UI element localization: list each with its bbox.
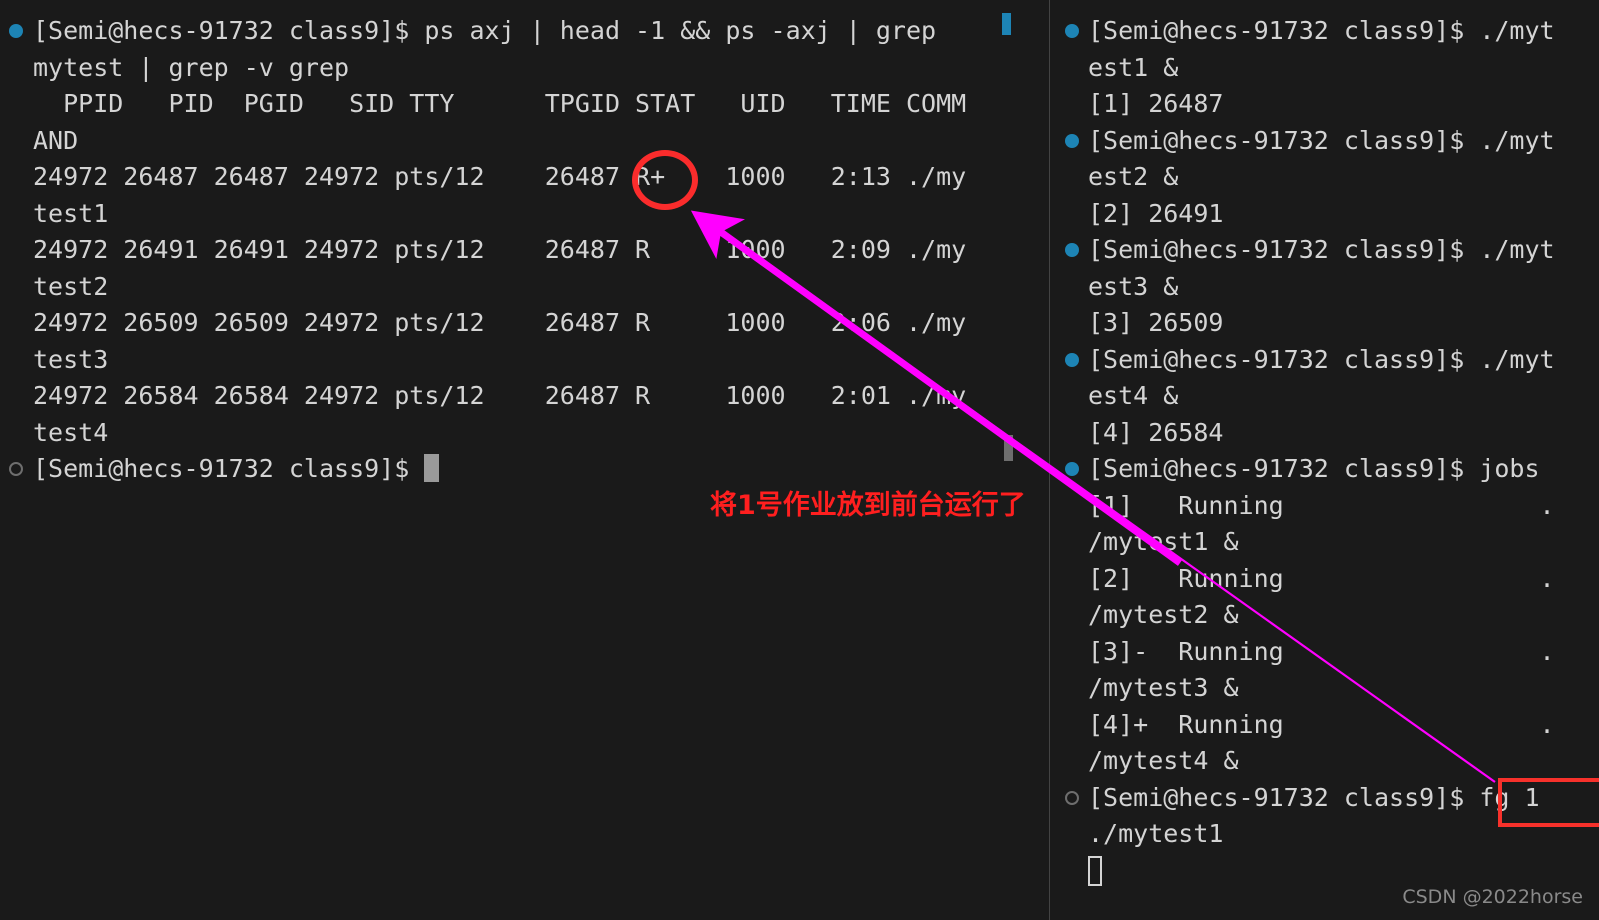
terminal-row: est1 & <box>1088 52 1179 82</box>
missing-glyph-box-icon <box>1088 855 1102 886</box>
terminal-line: [Semi@hecs-91732 class9]$ ./myt est4 & <box>1050 342 1599 415</box>
terminal-line: PPID PID PGID SID TTY TPGID STAT UID TIM… <box>0 86 1050 159</box>
terminal-row: 24972 26491 26491 24972 pts/12 26487 R 1… <box>33 235 967 264</box>
terminal-row <box>1050 853 1599 890</box>
terminal-row: [Semi@hecs-91732 class9]$ fg 1 <box>1088 782 1540 812</box>
right-terminal-lines: [Semi@hecs-91732 class9]$ ./myt est1 & [1]… <box>1050 13 1599 889</box>
terminal-row: /mytest2 & <box>1088 600 1239 629</box>
terminal-line: 24972 26487 26487 24972 pts/12 26487 R+ … <box>0 159 1050 232</box>
terminal-row: [1] 26487 <box>1088 89 1224 118</box>
terminal-row: test3 <box>33 344 109 374</box>
terminal-row: est2 & <box>1088 162 1179 191</box>
terminal-row: /mytest1 & <box>1088 527 1239 556</box>
terminal-line: [Semi@hecs-91732 class9]$ ps axj | head … <box>0 13 1050 86</box>
terminal-row: [3]- Running . <box>1088 636 1555 666</box>
terminal-row: est4 & <box>1088 381 1179 410</box>
terminal-line: [2] 26491 <box>1050 196 1599 233</box>
prompt-marker-active-icon <box>1065 243 1079 257</box>
terminal-line: 24972 26584 26584 24972 pts/12 26487 R 1… <box>0 378 1050 451</box>
terminal-row: [3] 26509 <box>1088 308 1224 337</box>
terminal-row: 24972 26584 26584 24972 pts/12 26487 R 1… <box>33 381 967 410</box>
terminal-line: [Semi@hecs-91732 class9]$ jobs <box>1050 451 1599 488</box>
terminal-line: [Semi@hecs-91732 class9]$ ./myt est1 & <box>1050 13 1599 86</box>
terminal-row: [1] Running . <box>1088 490 1555 520</box>
terminal-row: [Semi@hecs-91732 class9]$ ./myt <box>1088 344 1555 374</box>
prompt-marker-inactive-icon <box>1065 790 1079 805</box>
terminal-row: [4] 26584 <box>1088 417 1224 447</box>
terminal-line: [1] 26487 <box>1050 86 1599 123</box>
terminal-line: [Semi@hecs-91732 class9]$ ./myt est2 & <box>1050 123 1599 196</box>
terminal-row: PPID PID PGID SID TTY TPGID STAT UID TIM… <box>33 89 967 118</box>
terminal-row: [Semi@hecs-91732 class9]$ jobs <box>1088 454 1540 483</box>
scrollbar-tick-active[interactable] <box>1002 13 1011 35</box>
prompt-marker-active-icon <box>1065 24 1079 38</box>
prompt-marker-active-icon <box>1065 462 1079 476</box>
prompt-marker-active-icon <box>1065 133 1079 148</box>
terminal-row: test1 <box>33 198 109 228</box>
terminal-line: [1] Running . /mytest1 & <box>1050 488 1599 561</box>
jobs-terminal-pane[interactable]: [Semi@hecs-91732 class9]$ ./myt est1 & [1]… <box>1050 0 1599 920</box>
terminal-line: [Semi@hecs-91732 class9]$ fg 1 ./mytest1 <box>1050 780 1599 853</box>
terminal-line <box>1050 853 1599 890</box>
terminal-row: [4]+ Running . <box>1088 709 1555 739</box>
terminal-line: [4] 26584 <box>1050 415 1599 452</box>
terminal-row: /mytest4 & <box>1088 746 1239 775</box>
ps-output-terminal-pane[interactable]: [Semi@hecs-91732 class9]$ ps axj | head … <box>0 0 1050 920</box>
terminal-line: 24972 26509 26509 24972 pts/12 26487 R 1… <box>0 305 1050 378</box>
left-terminal-lines: [Semi@hecs-91732 class9]$ ps axj | head … <box>0 13 1050 488</box>
terminal-line: [2] Running . /mytest2 & <box>1050 561 1599 634</box>
terminal-row: est3 & <box>1088 271 1179 301</box>
terminal-row: test4 <box>33 417 109 447</box>
prompt-marker-inactive-icon <box>9 462 23 476</box>
terminal-row: AND <box>33 125 79 155</box>
terminal-row: [2] 26491 <box>1088 198 1224 228</box>
terminal-line: [Semi@hecs-91732 class9]$ <box>0 451 1050 488</box>
terminal-row: [Semi@hecs-91732 class9]$ <box>0 451 1050 488</box>
terminal-line: [Semi@hecs-91732 class9]$ ./myt est3 & <box>1050 232 1599 305</box>
prompt-marker-active-icon <box>1065 352 1079 367</box>
scrollbar-tick-inactive[interactable] <box>1004 435 1013 461</box>
terminal-row: [Semi@hecs-91732 class9]$ ./myt <box>1088 16 1555 45</box>
terminal-line: [4]+ Running . /mytest4 & <box>1050 707 1599 780</box>
terminal-line: 24972 26491 26491 24972 pts/12 26487 R 1… <box>0 232 1050 305</box>
terminal-row: [Semi@hecs-91732 class9]$ ./myt <box>1088 235 1555 264</box>
screenshot-root: [Semi@hecs-91732 class9]$ ps axj | head … <box>0 0 1599 920</box>
terminal-line: [3]- Running . /mytest3 & <box>1050 634 1599 707</box>
terminal-row: ./mytest1 <box>1088 819 1224 848</box>
terminal-line: [3] 26509 <box>1050 305 1599 342</box>
terminal-row: 24972 26509 26509 24972 pts/12 26487 R 1… <box>33 308 967 337</box>
terminal-row: [Semi@hecs-91732 class9]$ ./myt <box>1088 125 1555 155</box>
terminal-row: 24972 26487 26487 24972 pts/12 26487 R+ … <box>33 162 967 191</box>
terminal-row: [2] Running . <box>1088 563 1555 593</box>
prompt-marker-active-icon <box>9 24 23 38</box>
terminal-row: /mytest3 & <box>1088 673 1239 702</box>
terminal-row: [Semi@hecs-91732 class9]$ ps axj | head … <box>33 16 937 45</box>
terminal-row: mytest | grep -v grep <box>33 52 350 82</box>
terminal-cursor <box>424 454 440 482</box>
terminal-row: test2 <box>33 271 109 301</box>
